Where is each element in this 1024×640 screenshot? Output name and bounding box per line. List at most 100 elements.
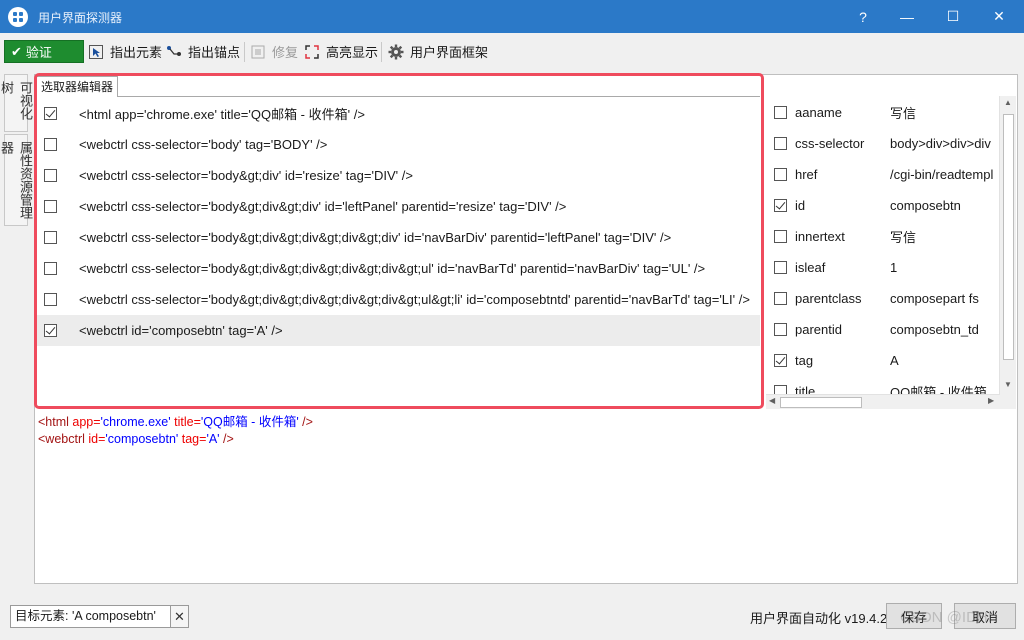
scroll-thumb[interactable] [780, 397, 862, 408]
attribute-row[interactable]: tag A [766, 345, 1000, 376]
tab-underline [36, 96, 760, 97]
attribute-checkbox[interactable] [774, 168, 787, 181]
attribute-value[interactable]: composebtn [890, 198, 961, 213]
selector-row[interactable]: <webctrl css-selector='body&gt;div&gt;di… [37, 191, 760, 222]
highlight-label: 高亮显示 [326, 45, 379, 60]
scroll-thumb[interactable] [1003, 114, 1014, 360]
code-tag: /> [219, 432, 234, 446]
attribute-checkbox[interactable] [774, 199, 787, 212]
selector-text: <html app='chrome.exe' title='QQ邮箱 - 收件箱… [79, 107, 365, 122]
attribute-value[interactable]: 1 [890, 260, 897, 275]
clear-target-button[interactable]: ✕ [170, 605, 189, 628]
indicate-element-button[interactable]: 指出元素 [88, 40, 162, 63]
repair-icon [250, 44, 266, 60]
selector-row[interactable]: <webctrl id='composebtn' tag='A' /> [37, 315, 760, 346]
attribute-row[interactable]: innertext 写信 [766, 221, 1000, 252]
attribute-value[interactable]: composepart fs [890, 291, 979, 306]
attribute-value[interactable]: A [890, 353, 899, 368]
selector-checkbox[interactable] [44, 200, 57, 213]
attribute-row[interactable]: aaname 写信 [766, 97, 1000, 128]
selector-checkbox[interactable] [44, 169, 57, 182]
attribute-row[interactable]: isleaf 1 [766, 252, 1000, 283]
verify-button[interactable]: ✔ 验证 [4, 40, 84, 63]
scroll-up-icon[interactable]: ▲ [1004, 98, 1012, 107]
attribute-name: title [795, 384, 816, 394]
tab-visual-tree[interactable]: 可视化树 [0, 74, 33, 132]
attribute-row[interactable]: parentclass composepart fs [766, 283, 1000, 314]
attribute-row[interactable]: parentid composebtn_td [766, 314, 1000, 345]
selector-text: <webctrl css-selector='body&gt;div&gt;di… [79, 261, 706, 276]
selector-text: <webctrl css-selector='body&gt;div&gt;di… [79, 292, 750, 307]
code-tag: <webctrl [38, 432, 89, 446]
attribute-value[interactable]: QQ邮箱 - 收件箱 [890, 382, 987, 394]
selector-row[interactable]: <webctrl css-selector='body&gt;div&gt;di… [37, 284, 760, 315]
attribute-value[interactable]: /cgi-bin/readtempl [890, 167, 993, 182]
highlight-button[interactable]: 高亮显示 [304, 40, 378, 63]
code-line: <html app='chrome.exe' title='QQ邮箱 - 收件箱… [38, 414, 313, 431]
attribute-checkbox[interactable] [774, 385, 787, 394]
ui-frameworks-label: 用户界面框架 [410, 45, 489, 60]
attribute-name: id [795, 198, 806, 213]
attribute-row[interactable]: id composebtn [766, 190, 1000, 221]
selector-code-output[interactable]: <html app='chrome.exe' title='QQ邮箱 - 收件箱… [38, 414, 313, 448]
selector-checkbox[interactable] [44, 293, 57, 306]
toolbar-separator [244, 42, 245, 62]
minimize-button[interactable]: — [884, 0, 930, 33]
selector-row[interactable]: <webctrl css-selector='body' tag='BODY' … [37, 129, 760, 160]
target-element-field[interactable]: 目标元素: 'A composebtn' [10, 605, 178, 628]
selector-row[interactable]: <webctrl css-selector='body&gt;div&gt;di… [37, 253, 760, 284]
code-value: 'A' [206, 432, 220, 446]
selector-row[interactable]: <html app='chrome.exe' title='QQ邮箱 - 收件箱… [37, 98, 760, 129]
tab-selector-editor[interactable]: 选取器编辑器 [36, 76, 119, 97]
attribute-row[interactable]: href /cgi-bin/readtempl [766, 159, 1000, 190]
repair-label: 修复 [272, 45, 299, 60]
attributes-vertical-scrollbar[interactable]: ▲ ▼ [999, 96, 1016, 394]
attribute-value[interactable]: 写信 [890, 227, 916, 246]
attribute-checkbox[interactable] [774, 292, 787, 305]
selector-checkbox[interactable] [44, 231, 57, 244]
attribute-checkbox[interactable] [774, 106, 787, 119]
attribute-value[interactable]: body>div>div>div [890, 136, 991, 151]
selector-text: <webctrl css-selector='body' tag='BODY' … [79, 137, 328, 152]
close-button[interactable]: ✕ [976, 0, 1022, 33]
watermark: CSDN @IDHI [900, 609, 992, 626]
attribute-row[interactable]: css-selector body>div>div>div [766, 128, 1000, 159]
attribute-row[interactable]: title QQ邮箱 - 收件箱 [766, 376, 1000, 394]
scroll-left-icon[interactable]: ◀ [769, 396, 775, 405]
selector-row[interactable]: <webctrl css-selector='body&gt;div' id='… [37, 160, 760, 191]
scroll-down-icon[interactable]: ▼ [1004, 380, 1012, 389]
attribute-checkbox[interactable] [774, 323, 787, 336]
attribute-checkbox[interactable] [774, 137, 787, 150]
attribute-name: aaname [795, 105, 842, 120]
attribute-checkbox[interactable] [774, 230, 787, 243]
attribute-name: innertext [795, 229, 845, 244]
indicate-anchor-button[interactable]: 指出锚点 [166, 40, 240, 63]
selector-row[interactable]: <webctrl css-selector='body&gt;div&gt;di… [37, 222, 760, 253]
title-bar: 用户界面探测器 ? — ☐ ✕ [0, 0, 1024, 33]
help-button[interactable]: ? [840, 0, 886, 33]
attribute-checkbox[interactable] [774, 354, 787, 367]
attribute-name: href [795, 167, 818, 182]
selector-checkbox[interactable] [44, 262, 57, 275]
attribute-value[interactable]: 写信 [890, 103, 916, 122]
selector-text: <webctrl css-selector='body&gt;div' id='… [79, 168, 413, 183]
code-attr: app= [72, 415, 101, 429]
scroll-right-icon[interactable]: ▶ [988, 396, 994, 405]
attribute-name: css-selector [795, 136, 865, 151]
attribute-checkbox[interactable] [774, 261, 787, 274]
selector-checkbox[interactable] [44, 138, 57, 151]
app-logo-icon [8, 7, 28, 27]
indicate-element-label: 指出元素 [110, 45, 163, 60]
repair-button[interactable]: 修复 [250, 40, 298, 63]
selector-checkbox[interactable] [44, 107, 57, 120]
checkmark-icon: ✔ [11, 43, 22, 59]
attributes-horizontal-scrollbar[interactable]: ◀ ▶ [766, 394, 1000, 409]
attribute-value[interactable]: composebtn_td [890, 322, 979, 337]
version-label: 用户界面自动化 v19.4.2 [750, 611, 888, 626]
maximize-button[interactable]: ☐ [930, 0, 976, 33]
ui-frameworks-button[interactable]: 用户界面框架 [388, 40, 488, 63]
selector-checkbox[interactable] [44, 324, 57, 337]
code-value: 'composebtn' [105, 432, 179, 446]
tab-property-explorer[interactable]: 属性资源管理器 [0, 134, 33, 226]
code-attr: id= [88, 432, 106, 446]
